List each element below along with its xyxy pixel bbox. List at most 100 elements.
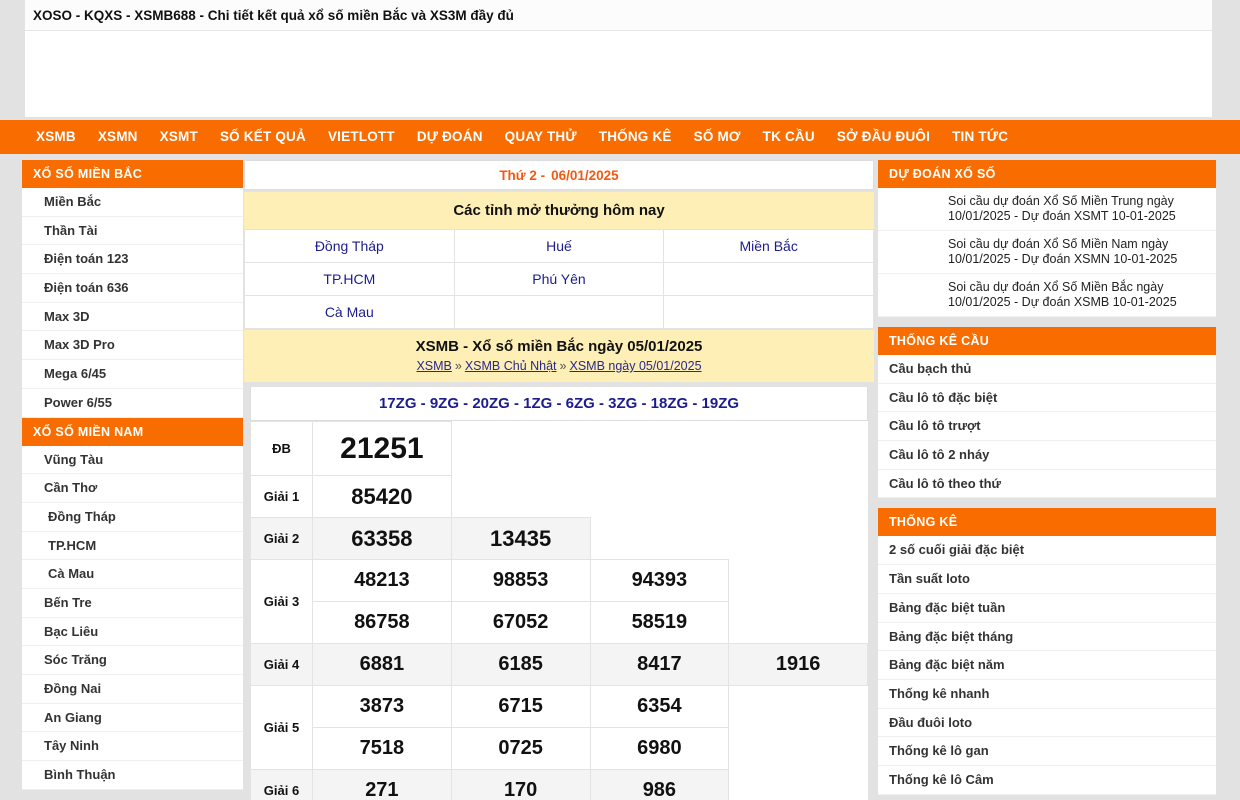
prediction-list-item[interactable]: Soi cầu dự đoán Xổ Số Miền Trung ngày 10… <box>878 188 1216 231</box>
prize-number: 1916 <box>728 643 868 686</box>
thong-ke-item-th-ng-k-l-gan[interactable]: Thống kê lô gan <box>878 737 1216 766</box>
tk-cau-item-c-u-l-t-tr-t[interactable]: Cầu lô tô trượt <box>878 412 1216 442</box>
nav-item-xsmb[interactable]: XSMB <box>25 120 87 154</box>
page-title: XOSO - KQXS - XSMB688 - Chi tiết kết quả… <box>25 0 1212 31</box>
prediction-list-item[interactable]: Soi cầu dự đoán Xổ Số Miền Nam ngày 10/0… <box>878 231 1216 274</box>
loto-summary-bar[interactable]: 17ZG - 9ZG - 20ZG - 1ZG - 6ZG - 3ZG - 18… <box>250 387 868 421</box>
province-link-mi-n-b-c[interactable]: Miền Bắc <box>663 229 874 263</box>
prize-number: 6881 <box>312 643 452 686</box>
nav-item-tin-tức[interactable]: TIN TỨC <box>941 120 1019 154</box>
sidebar-item-max-3d-pro[interactable]: Max 3D Pro <box>22 331 243 361</box>
nav-item-số-mơ[interactable]: SỐ MƠ <box>683 120 752 154</box>
sidebar-item-max-3d[interactable]: Max 3D <box>22 303 243 332</box>
prize-label: ĐB <box>250 421 313 476</box>
tk-cau-section-title: THỐNG KÊ CẦU <box>878 327 1216 355</box>
tk-cau-item-c-u-l-t-2-nh-y[interactable]: Cầu lô tô 2 nháy <box>878 441 1216 470</box>
breadcrumb-link-0[interactable]: XSMB <box>416 359 451 373</box>
sidebar-item--ng-th-p[interactable]: Đồng Tháp <box>22 503 243 532</box>
sidebar-item-an-giang[interactable]: An Giang <box>22 704 243 733</box>
prize-number: 6980 <box>589 727 730 770</box>
tk-cau-item-c-u-l-t-c-bi-t[interactable]: Cầu lô tô đặc biệt <box>878 384 1216 413</box>
province-link-c-mau[interactable]: Cà Mau <box>244 295 455 329</box>
prediction-thumbnail <box>878 280 948 309</box>
nav-item-xsmt[interactable]: XSMT <box>149 120 209 154</box>
province-link-tp-hcm[interactable]: TP.HCM <box>244 262 455 296</box>
prediction-list-item[interactable]: Soi cầu dự đoán Xổ Số Miền Bắc ngày 10/0… <box>878 274 1216 317</box>
sidebar-item--ng-nai[interactable]: Đồng Nai <box>22 675 243 704</box>
prize-label: Giải 4 <box>250 643 313 686</box>
prize-number: 94393 <box>589 559 730 602</box>
provinces-row: TP.HCM Phú Yên <box>244 262 874 296</box>
sidebar-item--i-n-to-n-636[interactable]: Điện toán 636 <box>22 274 243 303</box>
thong-ke-item-b-ng-c-bi-t-tu-n[interactable]: Bảng đặc biệt tuần <box>878 594 1216 623</box>
left-sidebar: XỔ SỐ MIỀN BẮC Miền Bắc Thần Tài Điện toán … <box>22 160 243 790</box>
prize-number: 48213 <box>312 559 452 602</box>
result-row: Giải 3 48213 98853 94393 <box>250 559 868 644</box>
prize-number: 271 <box>312 769 452 800</box>
sidebar-item-th-n-t-i[interactable]: Thần Tài <box>22 217 243 246</box>
province-link-hu-[interactable]: Huế <box>453 229 665 263</box>
nav-item-sở-đầu-đuôi[interactable]: SỞ ĐẦU ĐUÔI <box>826 120 941 154</box>
tk-cau-item-c-u-b-ch-th-[interactable]: Cầu bạch thủ <box>878 355 1216 384</box>
sidebar-item--i-n-to-n-123[interactable]: Điện toán 123 <box>22 245 243 275</box>
sidebar-item-c-mau[interactable]: Cà Mau <box>22 560 243 589</box>
prize-number: 85420 <box>312 475 452 518</box>
breadcrumb-link-1[interactable]: XSMB Chủ Nhật <box>465 359 557 373</box>
prize-number: 7518 <box>312 727 452 770</box>
predictions-section-title: DỰ ĐOÁN XỔ SỐ <box>878 160 1216 188</box>
sidebar-item-b-c-li-u[interactable]: Bạc Liêu <box>22 618 243 647</box>
prize-label: Giải 1 <box>250 475 313 518</box>
result-row: Giải 4 6881 6185 8417 1916 <box>250 643 868 686</box>
thong-ke-item-th-ng-k-nhanh[interactable]: Thống kê nhanh <box>878 680 1216 709</box>
nav-item-vietlott[interactable]: VIETLOTT <box>317 120 406 154</box>
thong-ke-item-b-ng-c-bi-t-n-m[interactable]: Bảng đặc biệt năm <box>878 651 1216 680</box>
sidebar-item-s-c-tr-ng[interactable]: Sóc Trăng <box>22 646 243 675</box>
nav-item-quay-thử[interactable]: QUAY THỬ <box>494 120 588 154</box>
prize-label: Giải 2 <box>250 517 313 560</box>
tk-cau-item-c-u-l-t-theo-th-[interactable]: Cầu lô tô theo thứ <box>878 470 1216 499</box>
sidebar-item-power-6-55[interactable]: Power 6/55 <box>22 389 243 418</box>
thong-ke-item-b-ng-c-bi-t-th-ng[interactable]: Bảng đặc biệt tháng <box>878 623 1216 652</box>
prediction-title: Soi cầu dự đoán Xổ Số Miền Trung ngày 10… <box>948 194 1176 223</box>
prize-number: 67052 <box>450 601 591 644</box>
provinces-panel-title: Các tỉnh mở thưởng hôm nay <box>244 192 874 229</box>
lottery-results-table: ĐB 21251 Giải 1 85420 Giải 2 63358 13435 Giải 3… <box>250 421 868 800</box>
province-cell-empty <box>663 295 874 329</box>
thong-ke-item--u-u-i-loto[interactable]: Đầu đuôi loto <box>878 709 1216 738</box>
nav-item-dự-đoán[interactable]: DỰ ĐOÁN <box>406 120 494 154</box>
province-link-ph-y-n[interactable]: Phú Yên <box>453 262 665 296</box>
province-link--ng-th-p[interactable]: Đồng Tháp <box>244 229 455 263</box>
provinces-row: Đồng Tháp Huế Miền Bắc <box>244 229 874 263</box>
result-row: Giải 1 85420 <box>250 475 868 518</box>
province-cell-empty <box>663 262 874 296</box>
result-row: 86758 67052 58519 <box>251 601 868 644</box>
breadcrumb-link-2[interactable]: XSMB ngày 05/01/2025 <box>570 359 702 373</box>
thong-ke-list: 2 số cuối giải đặc biệt Tần suất loto Bảng… <box>878 536 1216 795</box>
result-row: ĐB 21251 <box>250 421 868 476</box>
sidebar-item-t-y-ninh[interactable]: Tây Ninh <box>22 732 243 762</box>
sidebar-item-v-ng-t-u[interactable]: Vũng Tàu <box>22 446 243 475</box>
nav-item-thống-kê[interactable]: THỐNG KÊ <box>588 120 683 154</box>
thong-ke-item-2-s-cu-i-gi-i-c-bi-t[interactable]: 2 số cuối giải đặc biệt <box>878 536 1216 566</box>
result-row: Giải 6 271 170 986 <box>250 769 868 800</box>
breadcrumb: XSMB» XSMB Chủ Nhật» XSMB ngày 05/01/2025 <box>244 359 874 373</box>
sidebar-item-c-n-th-[interactable]: Cần Thơ <box>22 474 243 503</box>
predictions-list: Soi cầu dự đoán Xổ Số Miền Trung ngày 10… <box>878 188 1216 317</box>
sidebar-section-title: XỔ SỐ MIỀN NAM <box>22 417 243 446</box>
breadcrumb-separator: » <box>454 359 462 373</box>
sidebar-item-mega-6-45[interactable]: Mega 6/45 <box>22 360 243 389</box>
sidebar-item-b-n-tre[interactable]: Bến Tre <box>22 589 243 618</box>
nav-item-tk-cầu[interactable]: TK CẦU <box>752 120 826 154</box>
provinces-table: Đồng Tháp Huế Miền Bắc TP.HCM Phú Yên Cà Mau <box>244 229 874 329</box>
thong-ke-item-t-n-su-t-loto[interactable]: Tần suất loto <box>878 565 1216 594</box>
thong-ke-item-th-ng-k-l-c-m[interactable]: Thống kê lô Câm <box>878 766 1216 795</box>
prize-number: 3873 <box>312 685 452 728</box>
sidebar-item-mi-n-b-c[interactable]: Miền Bắc <box>22 188 243 217</box>
sidebar-item-tp-hcm[interactable]: TP.HCM <box>22 532 243 561</box>
site-banner: XOSO - KQXS - XSMB688 - Chi tiết kết quả… <box>25 0 1212 117</box>
sidebar-item-b-nh-thu-n[interactable]: Bình Thuận <box>22 761 243 790</box>
nav-item-xsmn[interactable]: XSMN <box>87 120 149 154</box>
nav-item-số-kết-quả[interactable]: SỐ KẾT QUẢ <box>209 120 317 154</box>
